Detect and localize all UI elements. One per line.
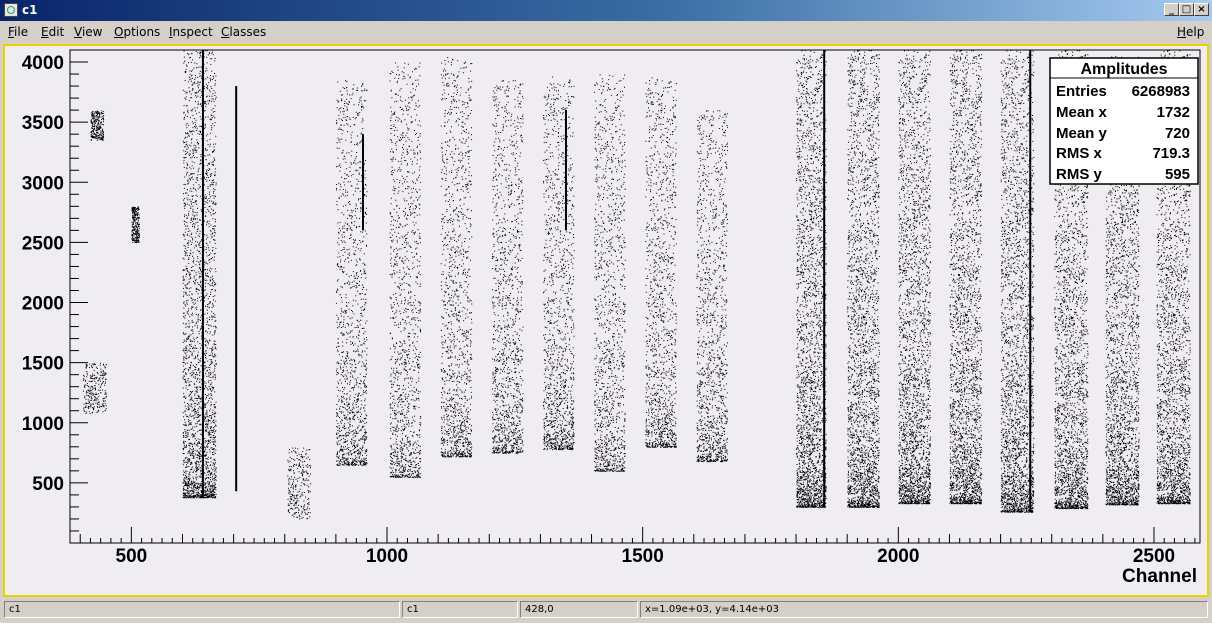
menu-options[interactable]: Options bbox=[114, 25, 160, 39]
menu-classes[interactable]: Classes bbox=[221, 25, 266, 39]
stats-value-rms-y: 595 bbox=[1165, 166, 1190, 183]
status-object-name: c1 bbox=[402, 601, 518, 618]
band-7 bbox=[645, 77, 677, 448]
y-tick-label: 3000 bbox=[22, 173, 64, 194]
band-4 bbox=[491, 80, 524, 454]
maximize-button[interactable]: □ bbox=[1179, 3, 1194, 16]
band-12 bbox=[949, 50, 983, 505]
menu-file[interactable]: File bbox=[8, 25, 28, 39]
band-2 bbox=[389, 62, 422, 478]
plot-marks bbox=[83, 50, 1191, 520]
x-axis-label: Channel bbox=[1122, 566, 1197, 587]
band-6-points bbox=[594, 74, 626, 472]
y-tick-label: 2500 bbox=[22, 233, 64, 254]
band-5 bbox=[543, 76, 575, 451]
band-12-points bbox=[949, 50, 983, 505]
root-app-icon bbox=[4, 3, 18, 17]
y-tick-label: 1500 bbox=[22, 354, 64, 375]
band-9-points bbox=[796, 50, 827, 508]
cluster-0 bbox=[83, 362, 107, 415]
band-8 bbox=[696, 110, 728, 463]
band-4-points bbox=[491, 80, 524, 454]
stats-value-entries: 6268983 bbox=[1132, 83, 1190, 100]
y-tick-label: 1000 bbox=[22, 414, 64, 435]
stats-label-rms-y: RMS y bbox=[1056, 166, 1103, 183]
window-titlebar[interactable]: c1 _ □ × bbox=[0, 0, 1212, 21]
band-3-points bbox=[440, 57, 473, 458]
window-title: c1 bbox=[22, 3, 38, 17]
menu-inspect[interactable]: Inspect bbox=[169, 25, 213, 39]
band-9 bbox=[796, 50, 827, 508]
band-0-points bbox=[182, 50, 217, 499]
menu-view[interactable]: View bbox=[74, 25, 102, 39]
menu-help[interactable]: Help bbox=[1177, 25, 1204, 39]
stats-box[interactable]: Amplitudes Entries 6268983 Mean x 1732 M… bbox=[1049, 57, 1199, 185]
statusbar: c1 c1 428,0 x=1.09e+03, y=4.14e+03 bbox=[0, 599, 1212, 621]
y-tick-label: 2000 bbox=[22, 294, 64, 315]
x-tick-label: 2500 bbox=[1133, 546, 1175, 567]
band-11 bbox=[898, 50, 931, 505]
band-5-points bbox=[543, 76, 575, 451]
status-coordinates: x=1.09e+03, y=4.14e+03 bbox=[640, 601, 1208, 618]
cluster-1 bbox=[90, 110, 105, 142]
stats-label-entries: Entries bbox=[1056, 83, 1107, 100]
stats-value-rms-x: 719.3 bbox=[1152, 145, 1190, 162]
close-button[interactable]: × bbox=[1194, 3, 1209, 16]
band-10-points bbox=[847, 50, 880, 508]
band-8-points bbox=[696, 110, 728, 463]
plot-axes: 500 1000 1500 2000 2500 3000 3500 4000 500 1000 15… bbox=[22, 49, 1196, 567]
x-tick-label: 2000 bbox=[877, 546, 919, 567]
stats-label-rms-x: RMS x bbox=[1056, 145, 1103, 162]
band-3 bbox=[440, 57, 473, 458]
band-2-points bbox=[389, 62, 422, 478]
stats-title: Amplitudes bbox=[1080, 61, 1167, 78]
band-6 bbox=[594, 74, 626, 472]
scatter-plot[interactable]: 500 1000 1500 2000 2500 3000 3500 4000 500 1000 15… bbox=[5, 46, 1207, 595]
cluster-2 bbox=[131, 206, 140, 244]
band-11-points bbox=[898, 50, 931, 505]
menubar: File Edit View Options Inspect Classes H… bbox=[0, 21, 1212, 43]
x-tick-label: 1000 bbox=[366, 546, 408, 567]
minimize-button[interactable]: _ bbox=[1164, 3, 1179, 16]
stats-label-mean-x: Mean x bbox=[1056, 104, 1108, 121]
y-tick-label: 4000 bbox=[22, 53, 64, 74]
band-7-points bbox=[645, 77, 677, 448]
stats-label-mean-y: Mean y bbox=[1056, 125, 1108, 142]
stats-value-mean-x: 1732 bbox=[1157, 104, 1190, 121]
menu-edit[interactable]: Edit bbox=[41, 25, 64, 39]
band-0 bbox=[182, 50, 217, 499]
y-tick-label: 500 bbox=[32, 474, 64, 495]
y-tick-label: 3500 bbox=[22, 113, 64, 134]
root-canvas[interactable]: 500 1000 1500 2000 2500 3000 3500 4000 500 1000 15… bbox=[3, 44, 1209, 597]
status-bin-info: 428,0 bbox=[520, 601, 638, 618]
stats-value-mean-y: 720 bbox=[1165, 125, 1190, 142]
cluster-3 bbox=[287, 447, 312, 520]
band-10 bbox=[847, 50, 880, 508]
status-canvas-name: c1 bbox=[4, 601, 400, 618]
x-tick-label: 1500 bbox=[622, 546, 664, 567]
x-tick-label: 500 bbox=[116, 546, 148, 567]
